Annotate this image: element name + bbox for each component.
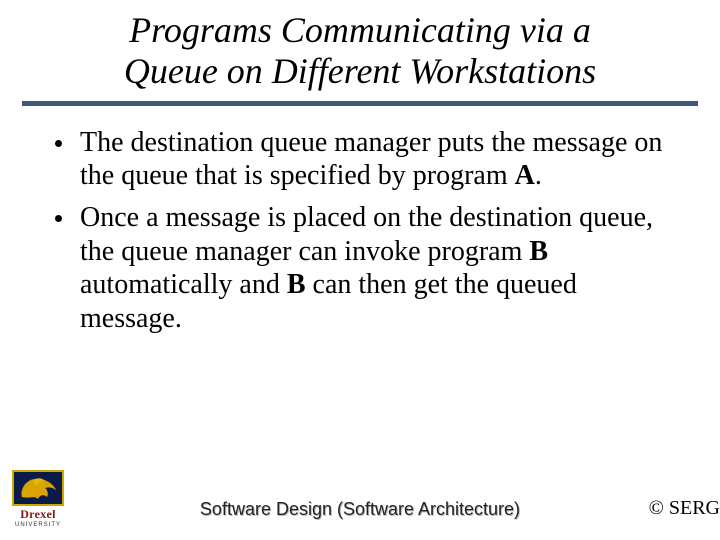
bullet-item: The destination queue manager puts the m… bbox=[55, 126, 680, 193]
bullet-text-fragment: automatically and bbox=[80, 269, 287, 300]
bullet-text: Once a message is placed on the destinat… bbox=[80, 201, 680, 335]
bullet-bold: B bbox=[287, 269, 306, 300]
bullet-text-fragment: The destination queue manager puts the m… bbox=[80, 127, 662, 192]
bullet-dot-icon bbox=[55, 215, 62, 222]
title-line-2: Queue on Different Workstations bbox=[124, 51, 596, 91]
bullet-text-fragment: Once a message is placed on the destinat… bbox=[80, 202, 653, 267]
bullet-item: Once a message is placed on the destinat… bbox=[55, 201, 680, 335]
bullet-text: The destination queue manager puts the m… bbox=[80, 126, 680, 193]
slide: Programs Communicating via a Queue on Di… bbox=[0, 0, 720, 540]
slide-title: Programs Communicating via a Queue on Di… bbox=[0, 10, 720, 93]
footer-copyright: © SERG bbox=[649, 497, 720, 520]
footer-center-text: Software Design (Software Architecture) bbox=[0, 499, 720, 520]
bullet-text-fragment: . bbox=[535, 160, 542, 191]
bullet-dot-icon bbox=[55, 140, 62, 147]
slide-footer: Drexel UNIVERSITY Software Design (Softw… bbox=[0, 480, 720, 530]
title-line-1: Programs Communicating via a bbox=[129, 10, 591, 50]
logo-sub: UNIVERSITY bbox=[6, 522, 70, 528]
bullet-bold: A bbox=[515, 160, 535, 191]
bullet-bold: B bbox=[529, 236, 548, 267]
slide-body: The destination queue manager puts the m… bbox=[0, 106, 720, 336]
